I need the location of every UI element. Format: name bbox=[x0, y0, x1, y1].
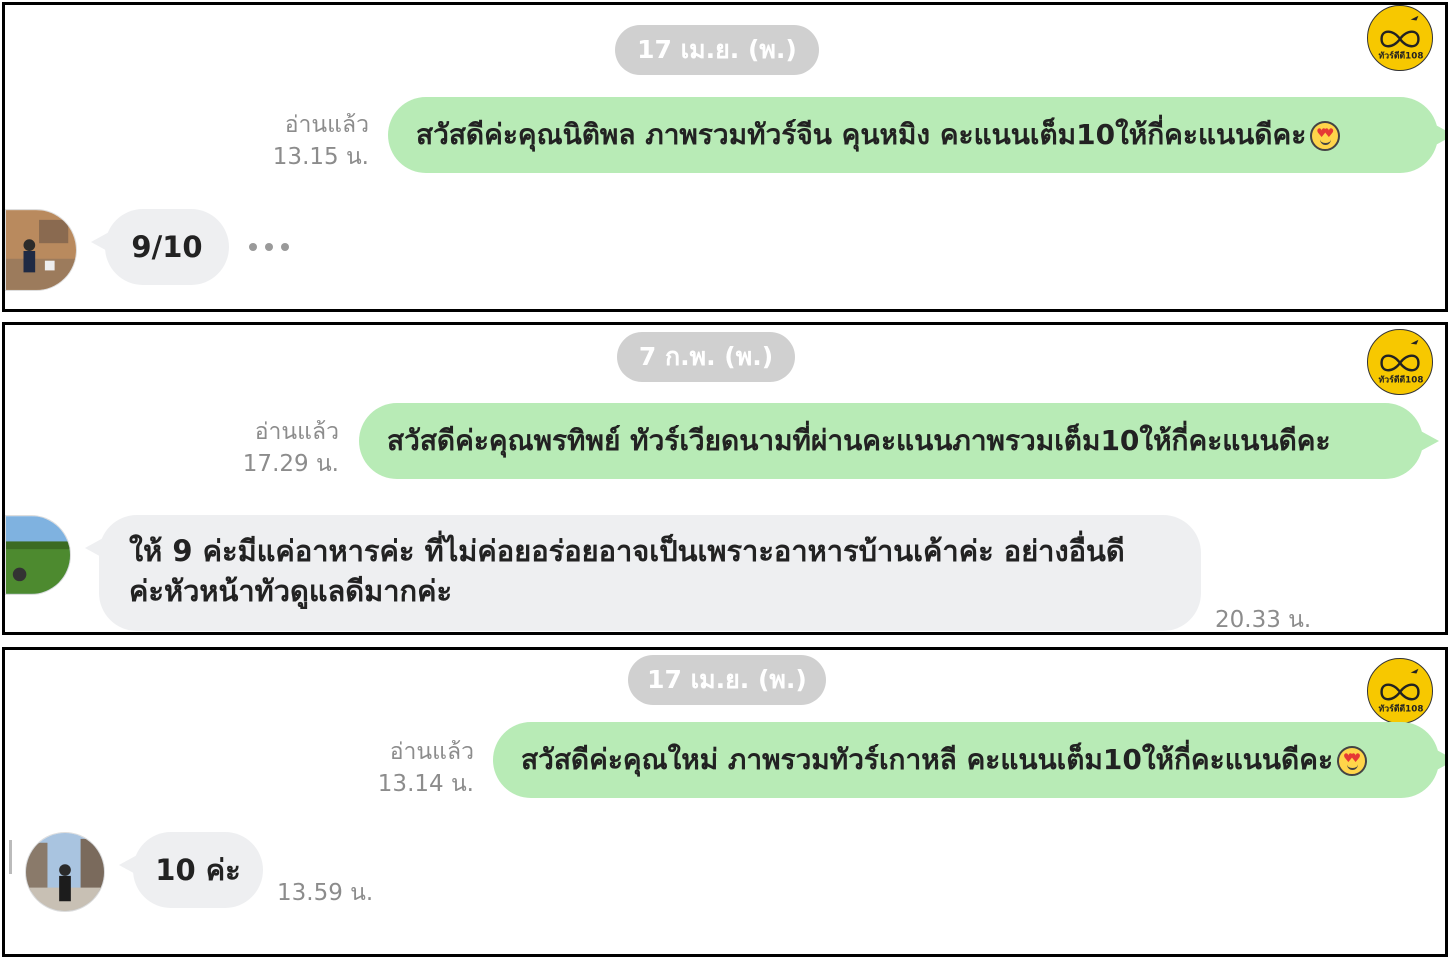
tour-company-logo[interactable]: ทัวร์ดีดี108 bbox=[1367, 658, 1433, 724]
infinity-plane-icon: ทัวร์ดีดี108 bbox=[1379, 668, 1424, 714]
avatar-photo-icon bbox=[6, 210, 76, 290]
message-time: 13.59 น. bbox=[277, 880, 374, 906]
tour-company-logo[interactable]: ทัวร์ดีดี108 bbox=[1367, 5, 1433, 71]
received-message-line-1: ให้ 9 ค่ะมีแค่อาหารค่ะ ที่ไม่ค่อยอร่อยอา… bbox=[129, 534, 1125, 568]
read-label: อ่านแล้ว bbox=[389, 739, 474, 765]
logo-text: ทัวร์ดีดี108 bbox=[1379, 703, 1424, 714]
contact-avatar[interactable] bbox=[25, 832, 105, 912]
read-receipt: อ่านแล้ว 17.29 น. bbox=[205, 416, 339, 480]
avatar-photo-icon bbox=[6, 516, 70, 594]
received-message-line-2: ค่ะหัวหน้าทัวดูแลดีมากค่ะ bbox=[129, 574, 453, 608]
read-label: อ่านแล้ว bbox=[254, 419, 339, 445]
date-separator: 17 เม.ย. (พ.) bbox=[628, 655, 826, 705]
logo-text: ทัวร์ดีดี108 bbox=[1379, 50, 1424, 61]
sent-message-bubble[interactable]: สวัสดีค่ะคุณนิติพล ภาพรวมทัวร์จีน คุนหมิ… bbox=[388, 97, 1445, 173]
read-receipt: อ่านแล้ว 13.15 น. bbox=[235, 109, 369, 173]
sent-message-bubble[interactable]: สวัสดีค่ะคุณพรทิพย์ ทัวร์เวียดนามที่ผ่าน… bbox=[359, 403, 1439, 479]
scroll-indicator bbox=[9, 840, 12, 874]
read-time: 13.15 น. bbox=[272, 144, 369, 170]
date-separator: 7 ก.พ. (พ.) bbox=[617, 332, 795, 382]
read-time: 17.29 น. bbox=[242, 451, 339, 477]
message-time: 20.33 น. bbox=[1215, 607, 1312, 633]
sent-message-text: สวัสดีค่ะคุณพรทิพย์ ทัวร์เวียดนามที่ผ่าน… bbox=[387, 424, 1331, 457]
sent-message-bubble[interactable]: สวัสดีค่ะคุณใหม่ ภาพรวมทัวร์เกาหลี คะแนน… bbox=[493, 722, 1445, 798]
sent-message-text: สวัสดีค่ะคุณนิติพล ภาพรวมทัวร์จีน คุนหมิ… bbox=[416, 118, 1307, 151]
contact-avatar[interactable] bbox=[5, 209, 77, 291]
received-message-bubble[interactable]: 10 ค่ะ bbox=[119, 832, 263, 908]
read-receipt: อ่านแล้ว 13.14 น. bbox=[340, 736, 474, 800]
infinity-plane-icon: ทัวร์ดีดี108 bbox=[1379, 339, 1424, 385]
read-time: 13.14 น. bbox=[377, 771, 474, 797]
received-message-text: 9/10 bbox=[131, 230, 203, 264]
chat-panel-3: 17 เม.ย. (พ.) ทัวร์ดีดี108 อ่านแล้ว 13.1… bbox=[2, 647, 1448, 957]
read-label: อ่านแล้ว bbox=[284, 112, 369, 138]
chat-panel-2: 7 ก.พ. (พ.) ทัวร์ดีดี108 อ่านแล้ว 17.29 … bbox=[2, 322, 1448, 635]
tour-company-logo[interactable]: ทัวร์ดีดี108 bbox=[1367, 329, 1433, 395]
logo-text: ทัวร์ดีดี108 bbox=[1379, 374, 1424, 385]
contact-avatar[interactable] bbox=[5, 515, 71, 595]
heart-eyes-emoji-icon bbox=[1310, 121, 1341, 151]
received-message-bubble[interactable]: ให้ 9 ค่ะมีแค่อาหารค่ะ ที่ไม่ค่อยอร่อยอา… bbox=[85, 515, 1201, 631]
heart-eyes-emoji-icon bbox=[1337, 746, 1367, 776]
infinity-plane-icon: ทัวร์ดีดี108 bbox=[1379, 15, 1424, 61]
sent-message-text: สวัสดีค่ะคุณใหม่ ภาพรวมทัวร์เกาหลี คะแนน… bbox=[521, 743, 1333, 776]
date-separator: 17 เม.ย. (พ.) bbox=[615, 25, 819, 75]
chat-panel-1: 17 เม.ย. (พ.) ทัวร์ดีดี108 อ่านแล้ว 13.1… bbox=[2, 2, 1448, 312]
received-message-text: 10 ค่ะ bbox=[155, 853, 241, 887]
received-message-bubble[interactable]: 9/10 bbox=[91, 209, 229, 285]
avatar-photo-icon bbox=[26, 833, 104, 911]
typing-indicator bbox=[249, 243, 289, 251]
